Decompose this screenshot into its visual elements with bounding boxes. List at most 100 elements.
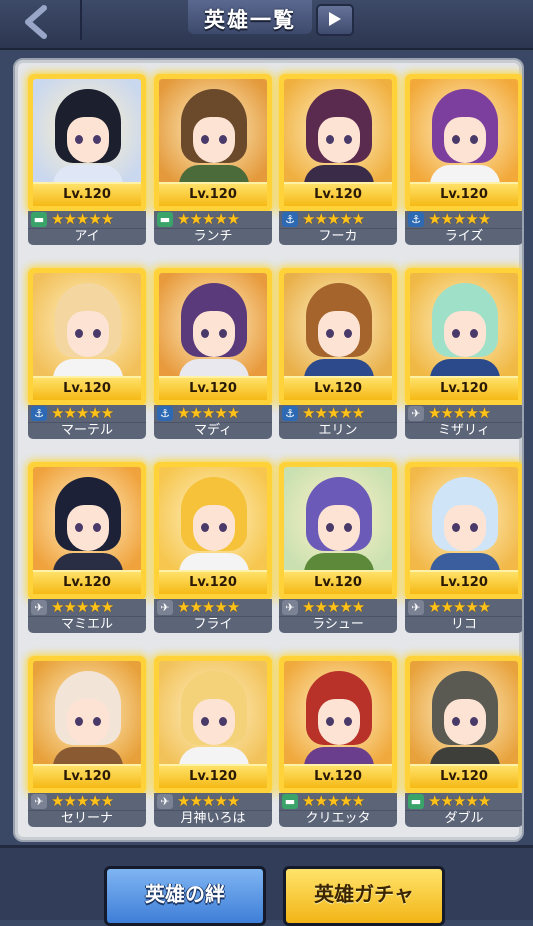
hero-card[interactable]: Lv.120 ⚓ ★★★★★ フーカ: [279, 74, 397, 245]
hero-level: Lv.120: [33, 570, 141, 594]
hero-bond-button[interactable]: 英雄の絆: [104, 866, 266, 926]
hero-info-row: ✈ ★★★★★: [279, 599, 397, 616]
hero-info-row: ✈ ★★★★★: [154, 599, 272, 616]
hero-card[interactable]: Lv.120 ▬ ★★★★★ アイ: [28, 74, 146, 245]
star-rating: ★★★★★: [302, 792, 365, 810]
hero-card[interactable]: Lv.120 ✈ ★★★★★ セリーナ: [28, 656, 146, 827]
hero-card[interactable]: Lv.120 ▬ ★★★★★ ダブル: [405, 656, 522, 827]
jet-icon: ✈: [31, 600, 47, 615]
hero-name: フライ: [154, 616, 272, 633]
portrait-eye: [326, 329, 334, 338]
portrait-frame: Lv.120: [279, 656, 397, 794]
hero-level: Lv.120: [410, 376, 518, 400]
portrait-frame: Lv.120: [28, 74, 146, 212]
bottom-bar: 英雄の絆 英雄ガチャ: [0, 845, 533, 926]
next-page-button[interactable]: [316, 4, 354, 36]
portrait-frame: Lv.120: [154, 74, 272, 212]
portrait-frame: Lv.120: [154, 462, 272, 600]
hero-name: マミエル: [28, 616, 146, 633]
portrait-eye: [452, 329, 460, 338]
portrait-eye: [344, 523, 352, 532]
star-rating: ★★★★★: [177, 404, 240, 422]
portrait-face: [318, 505, 360, 551]
jet-icon: ✈: [157, 794, 173, 809]
hero-name: リコ: [405, 616, 522, 633]
portrait-eye: [219, 329, 227, 338]
portrait-eye: [201, 523, 209, 532]
hero-card[interactable]: Lv.120 ▬ ★★★★★ クリエッタ: [279, 656, 397, 827]
hero-name: ラシュー: [279, 616, 397, 633]
portrait-eye: [452, 135, 460, 144]
hero-level: Lv.120: [284, 764, 392, 788]
anchor-icon: ⚓: [157, 406, 173, 421]
tank-icon: ▬: [157, 212, 173, 227]
portrait-frame: Lv.120: [405, 268, 522, 406]
hero-name: ランチ: [154, 228, 272, 245]
portrait-eye: [470, 135, 478, 144]
hero-level: Lv.120: [159, 764, 267, 788]
hero-card[interactable]: Lv.120 ✈ ★★★★★ 月神いろは: [154, 656, 272, 827]
portrait-eye: [93, 135, 101, 144]
portrait-face: [67, 311, 109, 357]
hero-info-row: ▬ ★★★★★: [154, 211, 272, 228]
hero-gacha-button[interactable]: 英雄ガチャ: [283, 866, 445, 926]
star-rating: ★★★★★: [51, 404, 114, 422]
portrait-eye: [93, 329, 101, 338]
hero-card[interactable]: Lv.120 ⚓ ★★★★★ マディ: [154, 268, 272, 439]
portrait-eye: [219, 135, 227, 144]
jet-icon: ✈: [408, 600, 424, 615]
star-rating: ★★★★★: [428, 792, 491, 810]
portrait-eye: [470, 329, 478, 338]
portrait-face: [193, 117, 235, 163]
portrait-frame: Lv.120: [28, 462, 146, 600]
hero-info-row: ▬ ★★★★★: [28, 211, 146, 228]
star-rating: ★★★★★: [302, 210, 365, 228]
star-rating: ★★★★★: [428, 598, 491, 616]
hero-card[interactable]: Lv.120 ✈ ★★★★★ ラシュー: [279, 462, 397, 633]
portrait-face: [193, 311, 235, 357]
portrait-eye: [344, 329, 352, 338]
hero-card[interactable]: Lv.120 ✈ ★★★★★ ミザリィ: [405, 268, 522, 439]
hero-level: Lv.120: [410, 182, 518, 206]
star-rating: ★★★★★: [51, 598, 114, 616]
hero-card[interactable]: Lv.120 ▬ ★★★★★ ランチ: [154, 74, 272, 245]
portrait-eye: [201, 717, 209, 726]
hero-name: アイ: [28, 228, 146, 245]
portrait-face: [444, 505, 486, 551]
hero-level: Lv.120: [159, 376, 267, 400]
hero-info-row: ⚓ ★★★★★: [279, 211, 397, 228]
top-bar: 英雄一覧: [0, 0, 533, 50]
hero-info-row: ✈ ★★★★★: [154, 793, 272, 810]
page-title: 英雄一覧: [204, 8, 296, 32]
portrait-face: [67, 505, 109, 551]
back-button[interactable]: [18, 4, 58, 40]
hero-card[interactable]: Lv.120 ✈ ★★★★★ マミエル: [28, 462, 146, 633]
hero-level: Lv.120: [159, 570, 267, 594]
portrait-face: [193, 699, 235, 745]
back-arrow-icon: [25, 5, 47, 39]
hero-level: Lv.120: [284, 182, 392, 206]
hero-info-row: ▬ ★★★★★: [279, 793, 397, 810]
portrait-eye: [75, 717, 83, 726]
tank-icon: ▬: [31, 212, 47, 227]
tank-icon: ▬: [282, 794, 298, 809]
hero-name: ダブル: [405, 810, 522, 827]
portrait-eye: [75, 329, 83, 338]
portrait-frame: Lv.120: [28, 656, 146, 794]
hero-info-row: ⚓ ★★★★★: [28, 405, 146, 422]
anchor-icon: ⚓: [282, 212, 298, 227]
jet-icon: ✈: [31, 794, 47, 809]
portrait-eye: [219, 717, 227, 726]
hero-card[interactable]: Lv.120 ⚓ ★★★★★ ライズ: [405, 74, 522, 245]
portrait-eye: [470, 523, 478, 532]
portrait-eye: [201, 329, 209, 338]
portrait-frame: Lv.120: [154, 268, 272, 406]
star-rating: ★★★★★: [177, 792, 240, 810]
hero-card[interactable]: Lv.120 ⚓ ★★★★★ エリン: [279, 268, 397, 439]
hero-card[interactable]: Lv.120 ⚓ ★★★★★ マーテル: [28, 268, 146, 439]
portrait-face: [67, 699, 109, 745]
hero-card[interactable]: Lv.120 ✈ ★★★★★ フライ: [154, 462, 272, 633]
hero-level: Lv.120: [410, 570, 518, 594]
star-rating: ★★★★★: [51, 792, 114, 810]
hero-card[interactable]: Lv.120 ✈ ★★★★★ リコ: [405, 462, 522, 633]
